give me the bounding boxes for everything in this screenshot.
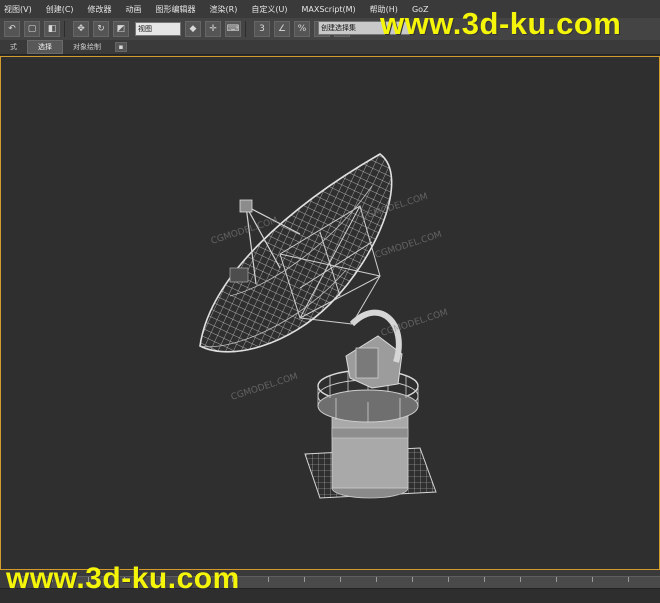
ribbon-tab-style[interactable]: 式 [0,41,27,53]
angle-snap-icon[interactable]: ∠ [274,21,290,37]
ghost-watermark: CGMODEL.COM [374,230,443,261]
menu-modifiers[interactable]: 修改器 [88,4,112,15]
ruler-tick [592,577,593,582]
ruler-tick [448,577,449,582]
pivot-icon[interactable]: ◆ [185,21,201,37]
snap-3d-icon[interactable]: 3 [254,21,270,37]
site-watermark-top: www.3d-ku.com [380,6,622,41]
ruler-tick [556,577,557,582]
menu-create[interactable]: 创建(C) [46,4,74,15]
toolbar-divider [64,21,65,37]
menu-customize[interactable]: 自定义(U) [251,4,287,15]
ribbon-tab-object-paint[interactable]: 对象绘制 [63,41,111,53]
gearbox [355,347,379,379]
site-watermark-bottom: www.3d-ku.com [6,562,240,595]
dish-reflector [199,153,393,353]
ruler-tick [628,577,629,582]
keyboard-shortcut-icon[interactable]: ⌨ [225,21,241,37]
pedestal-band [331,427,409,439]
percent-snap-icon[interactable]: % [294,21,310,37]
satellite-dish-model[interactable]: CGMODEL.COM CGMODEL.COM CGMODEL.COM CGMO… [0,56,660,570]
ribbon-bar: 式 选择 对象绘制 ▪ [0,40,660,55]
ruler-tick [376,577,377,582]
ruler-tick [304,577,305,582]
ruler-tick [520,577,521,582]
ribbon-tab-selection[interactable]: 选择 [27,40,63,54]
menu-rendering[interactable]: 渲染(R) [210,4,238,15]
move-icon[interactable]: ✥ [73,21,89,37]
select-manipulate-icon[interactable]: ✛ [205,21,221,37]
rotate-icon[interactable]: ↻ [93,21,109,37]
ribbon-toggle-icon[interactable]: ▪ [115,42,127,52]
select-region-icon[interactable]: ▢ [24,21,40,37]
undo-icon[interactable]: ↶ [4,21,20,37]
ghost-watermark: CGMODEL.COM [230,372,299,403]
ruler-tick [340,577,341,582]
subreflector [229,267,249,283]
menu-animation[interactable]: 动画 [126,4,142,15]
ruler-tick [268,577,269,582]
ruler-tick [412,577,413,582]
window-crossing-icon[interactable]: ◧ [44,21,60,37]
reference-coordinate-select[interactable]: 视图 [135,22,181,36]
menu-maxscript[interactable]: MAXScript(M) [301,5,355,14]
menu-graph-editors[interactable]: 图形编辑器 [156,4,196,15]
scale-icon[interactable]: ◩ [113,21,129,37]
ruler-tick [484,577,485,582]
menu-view[interactable]: 视图(V) [4,4,32,15]
toolbar-divider [245,21,246,37]
feed-horn [239,199,253,213]
